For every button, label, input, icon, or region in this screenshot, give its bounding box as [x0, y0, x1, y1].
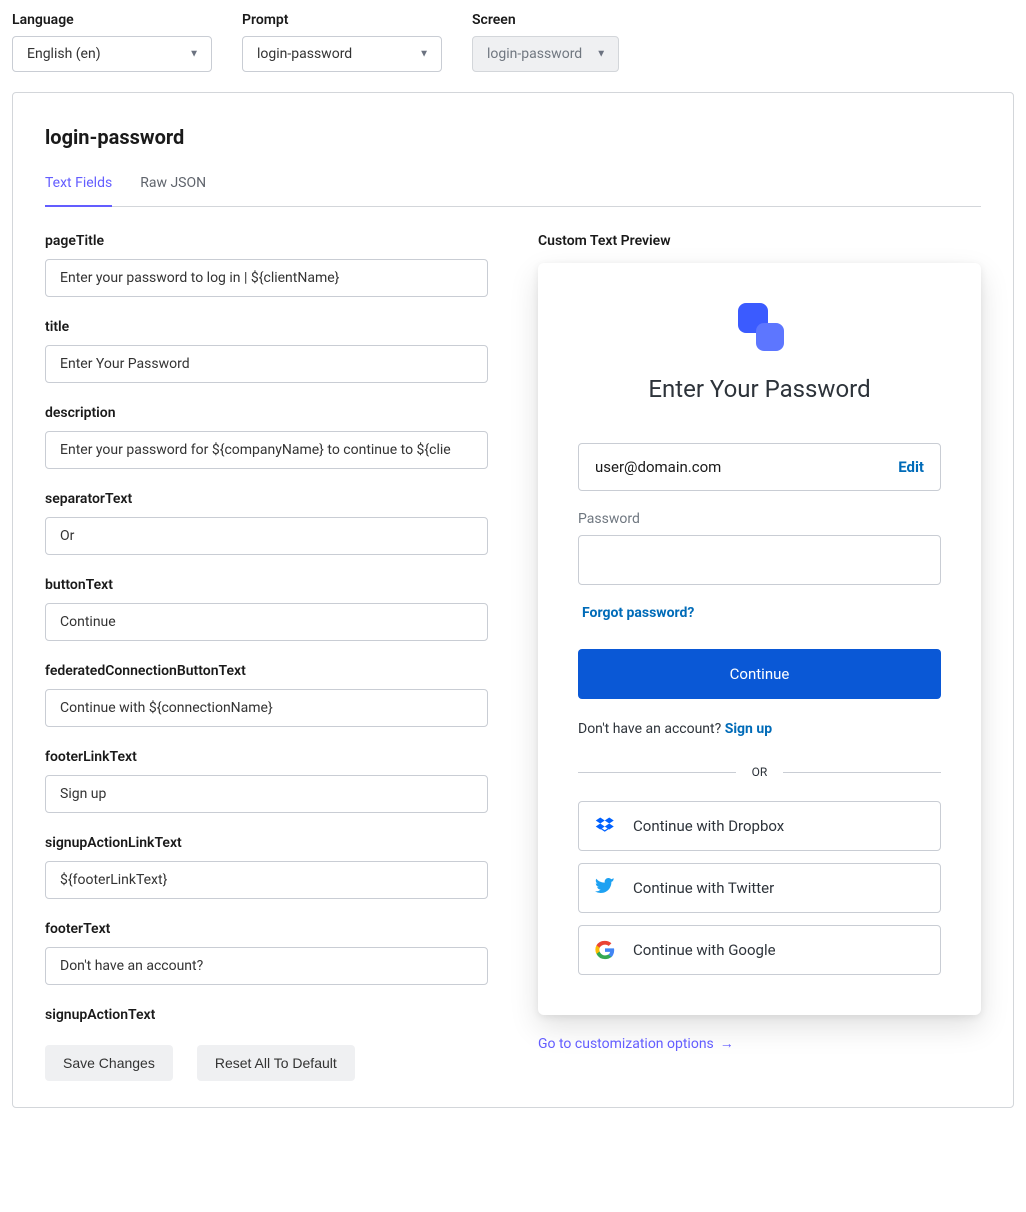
continue-button[interactable]: Continue	[578, 649, 941, 699]
field-separatorText: separatorText	[45, 491, 488, 555]
field-signupActionLinkText: signupActionLinkText	[45, 835, 488, 899]
field-input-federatedConnectionButtonText[interactable]	[45, 689, 488, 727]
field-input-separatorText[interactable]	[45, 517, 488, 555]
chevron-down-icon: ▼	[189, 49, 199, 60]
field-label: signupActionText	[45, 1007, 488, 1023]
language-label: Language	[12, 12, 212, 28]
preview-heading: Custom Text Preview	[538, 233, 981, 249]
field-federatedConnectionButtonText: federatedConnectionButtonText	[45, 663, 488, 727]
field-title: title	[45, 319, 488, 383]
field-label: pageTitle	[45, 233, 488, 249]
prompt-value: login-password	[257, 46, 352, 62]
screen-group: Screen login-password ▼	[472, 12, 619, 72]
field-label: separatorText	[45, 491, 488, 507]
field-input-footerLinkText[interactable]	[45, 775, 488, 813]
save-button[interactable]: Save Changes	[45, 1045, 173, 1081]
prompt-label: Prompt	[242, 12, 442, 28]
actions-row: Save Changes Reset All To Default	[45, 1045, 488, 1081]
screen-label: Screen	[472, 12, 619, 28]
signup-row: Don't have an account? Sign up	[578, 721, 941, 737]
preview-column: Custom Text Preview Enter Your Password …	[538, 233, 981, 1081]
email-value: user@domain.com	[595, 458, 721, 476]
tab-text-fields[interactable]: Text Fields	[45, 175, 112, 207]
field-label: signupActionLinkText	[45, 835, 488, 851]
dropbox-icon	[595, 816, 615, 836]
field-label: federatedConnectionButtonText	[45, 663, 488, 679]
field-signupActionText: signupActionText	[45, 1007, 488, 1023]
separator-text: OR	[736, 765, 784, 779]
language-group: Language English (en) ▼	[12, 12, 212, 72]
social-button-dropbox[interactable]: Continue with Dropbox	[578, 801, 941, 851]
settings-panel: login-password Text Fields Raw JSON page…	[12, 92, 1014, 1108]
content: pageTitle title description separatorText bu…	[45, 233, 981, 1081]
chevron-down-icon: ▼	[596, 49, 606, 60]
language-select[interactable]: English (en) ▼	[12, 36, 212, 72]
twitter-icon	[595, 878, 615, 898]
brand-logo-icon	[736, 303, 784, 351]
edit-email-link[interactable]: Edit	[898, 458, 924, 476]
social-button-label: Continue with Twitter	[633, 879, 774, 897]
field-label: footerText	[45, 921, 488, 937]
social-button-label: Continue with Dropbox	[633, 817, 784, 835]
customization-link-text: Go to customization options	[538, 1036, 714, 1052]
field-label: title	[45, 319, 488, 335]
field-pageTitle: pageTitle	[45, 233, 488, 297]
field-description: description	[45, 405, 488, 469]
arrow-right-icon: →	[720, 1035, 734, 1052]
google-icon	[595, 940, 615, 960]
field-buttonText: buttonText	[45, 577, 488, 641]
social-button-google[interactable]: Continue with Google	[578, 925, 941, 975]
field-input-footerText[interactable]	[45, 947, 488, 985]
field-label: description	[45, 405, 488, 421]
tabs: Text Fields Raw JSON	[45, 175, 981, 207]
tab-raw-json[interactable]: Raw JSON	[140, 175, 206, 207]
field-input-title[interactable]	[45, 345, 488, 383]
field-input-signupActionLinkText[interactable]	[45, 861, 488, 899]
field-label: buttonText	[45, 577, 488, 593]
forgot-password-link[interactable]: Forgot password?	[582, 605, 941, 621]
prompt-group: Prompt login-password ▼	[242, 12, 442, 72]
customization-options-link[interactable]: Go to customization options →	[538, 1035, 734, 1052]
field-label: footerLinkText	[45, 749, 488, 765]
password-input[interactable]	[578, 535, 941, 585]
field-footerText: footerText	[45, 921, 488, 985]
field-input-pageTitle[interactable]	[45, 259, 488, 297]
language-value: English (en)	[27, 46, 101, 62]
social-button-label: Continue with Google	[633, 941, 776, 959]
separator: OR	[578, 765, 941, 779]
chevron-down-icon: ▼	[419, 49, 429, 60]
fields-column: pageTitle title description separatorText bu…	[45, 233, 488, 1081]
social-button-twitter[interactable]: Continue with Twitter	[578, 863, 941, 913]
field-input-description[interactable]	[45, 431, 488, 469]
preview-title: Enter Your Password	[578, 375, 941, 403]
reset-button[interactable]: Reset All To Default	[197, 1045, 355, 1081]
footer-text: Don't have an account?	[578, 721, 725, 737]
field-input-buttonText[interactable]	[45, 603, 488, 641]
screen-select: login-password ▼	[472, 36, 619, 72]
screen-value: login-password	[487, 46, 582, 62]
prompt-select[interactable]: login-password ▼	[242, 36, 442, 72]
field-footerLinkText: footerLinkText	[45, 749, 488, 813]
top-selectors: Language English (en) ▼ Prompt login-pas…	[12, 12, 1014, 72]
panel-title: login-password	[45, 125, 981, 149]
email-display: user@domain.com Edit	[578, 443, 941, 491]
password-label: Password	[578, 511, 941, 527]
signup-link[interactable]: Sign up	[725, 721, 772, 737]
preview-card: Enter Your Password user@domain.com Edit…	[538, 263, 981, 1015]
